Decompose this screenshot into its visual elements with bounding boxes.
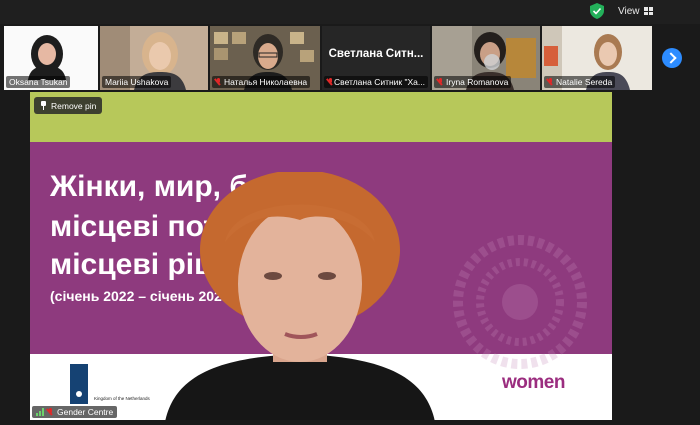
speaker-name-label: Gender Centre xyxy=(32,406,118,418)
view-button[interactable]: View xyxy=(610,2,658,20)
zoom-meeting-window: View Oksana Tsukan Mariia Ushakova Натал… xyxy=(0,0,700,425)
participant-name: Oksana Tsukan xyxy=(6,76,71,88)
netherlands-logo-icon xyxy=(70,364,88,404)
participant-name: Natalie Sereda xyxy=(544,76,616,88)
mic-muted-icon xyxy=(437,78,444,86)
shield-icon[interactable] xyxy=(590,3,604,19)
view-label: View xyxy=(618,5,640,17)
pin-icon xyxy=(40,101,47,110)
remove-pin-button[interactable]: Remove pin xyxy=(34,97,103,114)
participant-name: Светлана Ситник "Ха... xyxy=(324,76,428,88)
mic-muted-icon xyxy=(215,78,222,86)
participant-name: Mariia Ushakova xyxy=(102,76,172,88)
top-bar: View xyxy=(0,0,700,24)
mic-muted-icon xyxy=(547,78,554,86)
women-logo: women xyxy=(502,372,565,393)
participant-name: Iryna Romanova xyxy=(434,76,512,88)
shared-screen: Remove pin Жінки, мир, без місцеві потр … xyxy=(30,92,612,420)
speaker-video xyxy=(165,172,435,420)
participant-tile[interactable]: Светлана Ситн... Светлана Ситник "Ха... xyxy=(322,26,430,90)
participant-tile[interactable]: Oksana Tsukan xyxy=(4,26,98,90)
participant-tile[interactable]: Mariia Ushakova xyxy=(100,26,208,90)
participant-display-name: Светлана Ситн... xyxy=(328,48,424,60)
participant-avatar xyxy=(28,35,66,80)
participant-tile[interactable]: Наталья Николаевна xyxy=(210,26,320,90)
netherlands-logo-text: Kingdom of the Netherlands xyxy=(94,396,150,401)
remove-pin-label: Remove pin xyxy=(51,100,97,111)
participant-tile[interactable]: Iryna Romanova xyxy=(432,26,540,90)
mic-muted-icon xyxy=(47,408,54,416)
sunflower-decoration-icon xyxy=(453,235,587,369)
participant-strip: Oksana Tsukan Mariia Ushakova Наталья Ни… xyxy=(0,26,700,92)
next-page-button[interactable] xyxy=(662,48,682,68)
slide-top-band xyxy=(30,92,612,142)
grid-view-icon xyxy=(643,7,653,15)
signal-bars-icon xyxy=(36,408,44,416)
mic-muted-icon xyxy=(327,78,333,86)
participant-name: Наталья Николаевна xyxy=(212,76,311,88)
participant-tile[interactable]: Natalie Sereda xyxy=(542,26,652,90)
